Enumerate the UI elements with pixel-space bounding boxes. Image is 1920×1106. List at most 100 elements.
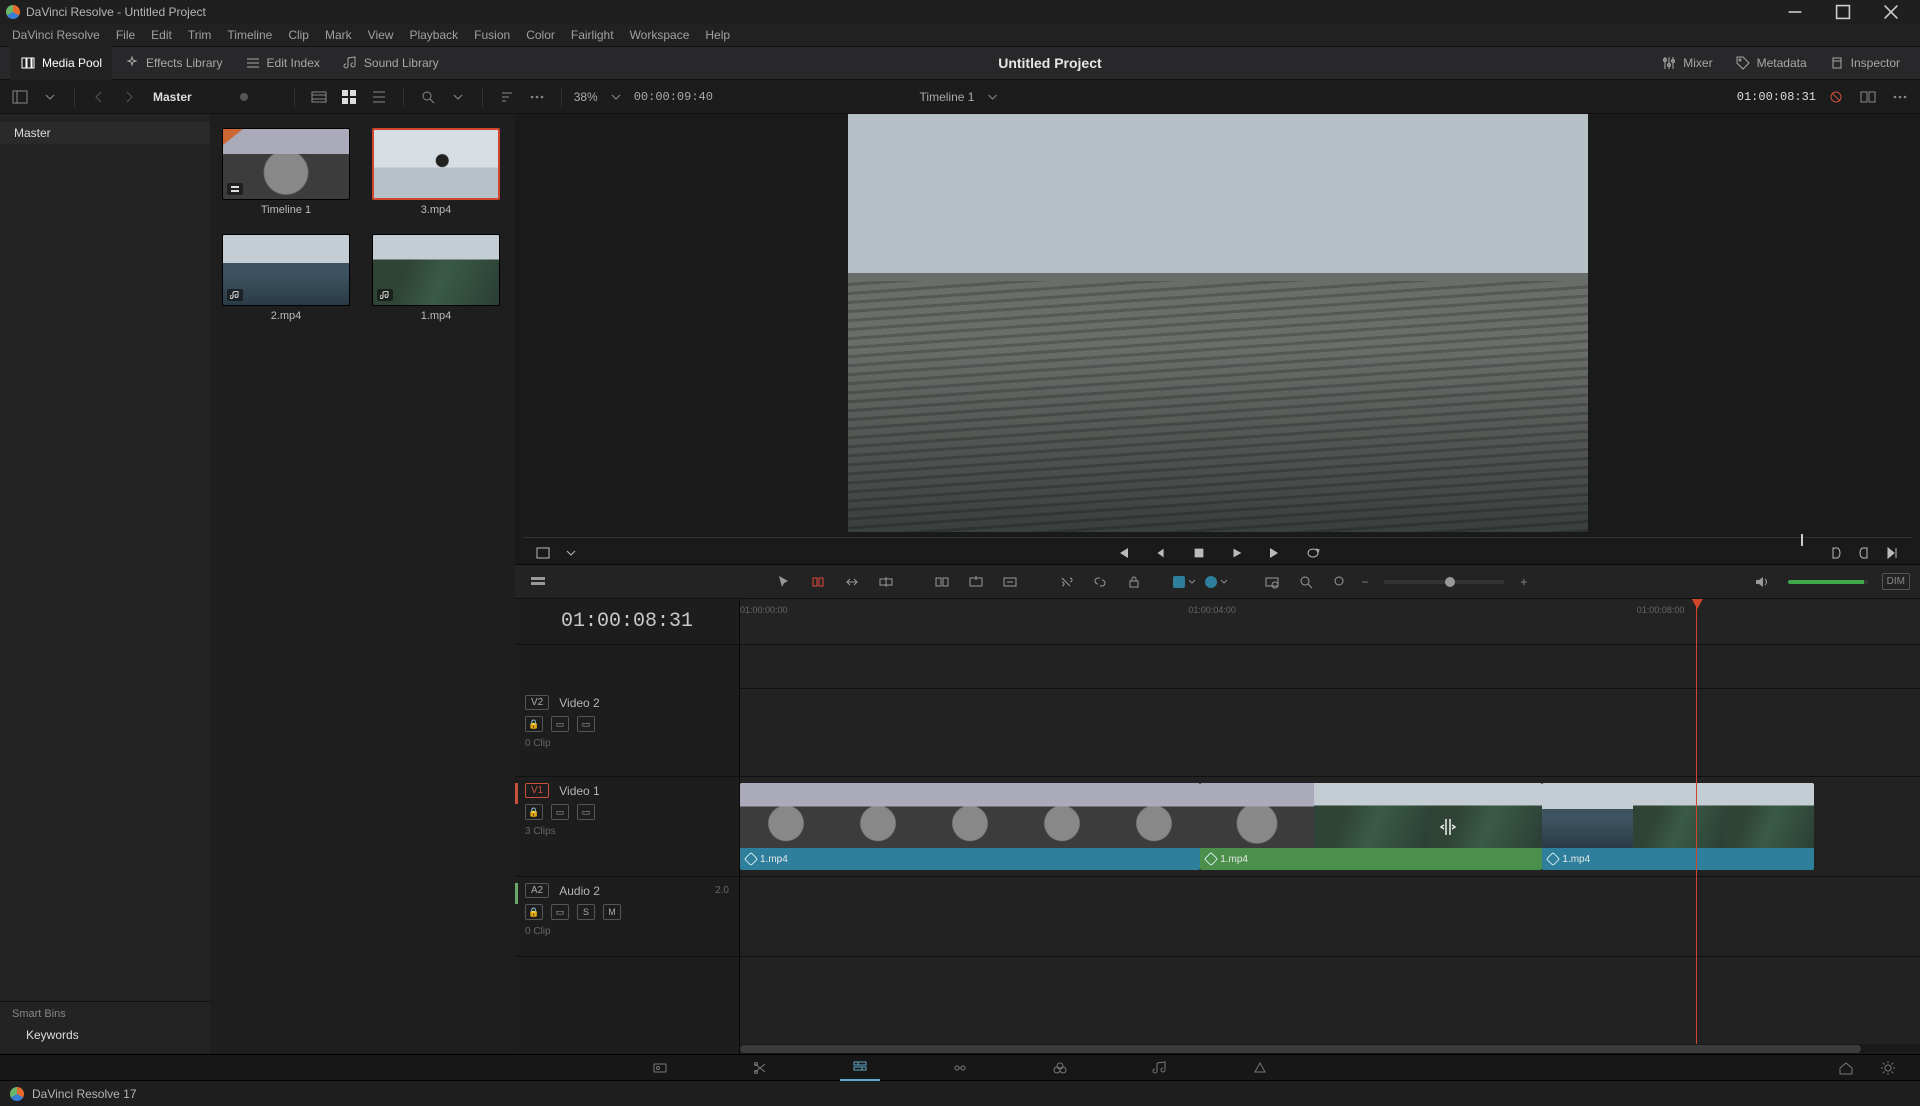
- mute-toggle[interactable]: M: [603, 904, 621, 920]
- sort-button[interactable]: [495, 85, 519, 109]
- settings-button[interactable]: [1868, 1055, 1908, 1081]
- edit-index-toggle[interactable]: Edit Index: [235, 46, 330, 80]
- track-head-a2[interactable]: A2Audio 22.0 🔒 ▭ S M 0 Clip: [515, 877, 739, 957]
- clip-timeline 1[interactable]: Timeline 1: [222, 128, 350, 216]
- menu-edit[interactable]: Edit: [143, 24, 180, 46]
- timeline-clip[interactable]: 1.mp4: [740, 783, 1200, 870]
- view-thumb-button[interactable]: [337, 85, 361, 109]
- lane-v2[interactable]: [740, 689, 1920, 777]
- timeline-tracks[interactable]: 01:00:00:0001:00:04:0001:00:08:00 1.mp41…: [740, 599, 1920, 1054]
- lane-a2[interactable]: [740, 877, 1920, 957]
- timeline-playhead-tc[interactable]: 01:00:08:31: [515, 599, 739, 645]
- mixer-toggle[interactable]: Mixer: [1651, 46, 1722, 80]
- nav-back-button[interactable]: [87, 85, 111, 109]
- page-edit[interactable]: [840, 1055, 880, 1081]
- record-timecode[interactable]: 01:00:08:31: [1737, 90, 1816, 104]
- timeline-clip[interactable]: 1.mp4: [1542, 783, 1813, 870]
- track-chip[interactable]: A2: [525, 883, 549, 898]
- bypass-grades-button[interactable]: [1824, 85, 1848, 109]
- page-fairlight[interactable]: [1140, 1055, 1180, 1081]
- menu-mark[interactable]: Mark: [317, 24, 360, 46]
- dynamic-trim-tool[interactable]: [839, 569, 865, 595]
- menu-workspace[interactable]: Workspace: [622, 24, 698, 46]
- window-close-button[interactable]: [1868, 0, 1914, 24]
- track-enable-toggle[interactable]: ▭: [551, 904, 569, 920]
- lock-toggle[interactable]: [1121, 569, 1147, 595]
- trim-tool[interactable]: [805, 569, 831, 595]
- metadata-toggle[interactable]: Metadata: [1725, 46, 1817, 80]
- effects-library-toggle[interactable]: Effects Library: [114, 46, 232, 80]
- razor-tool[interactable]: [1053, 569, 1079, 595]
- viewer-image[interactable]: [848, 114, 1588, 532]
- menu-trim[interactable]: Trim: [180, 24, 220, 46]
- stop-button[interactable]: [1189, 543, 1209, 563]
- menu-file[interactable]: File: [108, 24, 143, 46]
- timeline-clip[interactable]: 1.mp4: [1200, 783, 1542, 870]
- search-options-icon[interactable]: [446, 85, 470, 109]
- window-maximize-button[interactable]: [1820, 0, 1866, 24]
- zoom-custom-button[interactable]: [1327, 569, 1353, 595]
- page-fusion[interactable]: [940, 1055, 980, 1081]
- insert-clip-button[interactable]: [929, 569, 955, 595]
- blade-tool[interactable]: [873, 569, 899, 595]
- media-pool-toggle[interactable]: Media Pool: [10, 46, 112, 80]
- mark-out-button[interactable]: [1854, 543, 1874, 563]
- inspector-toggle[interactable]: Inspector: [1819, 46, 1910, 80]
- page-deliver[interactable]: [1240, 1055, 1280, 1081]
- menu-help[interactable]: Help: [697, 24, 738, 46]
- step-back-button[interactable]: [1151, 543, 1171, 563]
- page-media[interactable]: [640, 1055, 680, 1081]
- bin-menu-button[interactable]: [525, 85, 549, 109]
- track-enable-toggle[interactable]: ▭: [551, 804, 569, 820]
- home-button[interactable]: [1826, 1055, 1866, 1081]
- lock-icon[interactable]: 🔒: [525, 804, 543, 820]
- track-visible-toggle[interactable]: ▭: [577, 804, 595, 820]
- lane-v1[interactable]: 1.mp41.mp41.mp4: [740, 777, 1920, 877]
- viewer-scrubbar[interactable]: [523, 532, 1912, 542]
- overwrite-clip-button[interactable]: [963, 569, 989, 595]
- link-toggle[interactable]: [1087, 569, 1113, 595]
- timeline-zoom-slider[interactable]: [1384, 580, 1504, 584]
- replace-clip-button[interactable]: [997, 569, 1023, 595]
- mute-button[interactable]: [1748, 569, 1774, 595]
- sound-library-toggle[interactable]: Sound Library: [332, 46, 449, 80]
- menu-playback[interactable]: Playback: [401, 24, 466, 46]
- match-frame-button[interactable]: [533, 543, 553, 563]
- clip-3-mp4[interactable]: 3.mp4: [372, 128, 500, 216]
- smartbin-keywords[interactable]: Keywords: [0, 1024, 210, 1046]
- dim-button[interactable]: DIM: [1882, 573, 1910, 590]
- clip-2-mp4[interactable]: 2.mp4: [222, 234, 350, 322]
- menu-color[interactable]: Color: [518, 24, 563, 46]
- mark-in-button[interactable]: [1826, 543, 1846, 563]
- timeline-name-chevron-icon[interactable]: [984, 89, 1000, 105]
- marker-menu[interactable]: [1205, 576, 1229, 588]
- track-chip[interactable]: V1: [525, 783, 549, 798]
- menu-clip[interactable]: Clip: [280, 24, 317, 46]
- zoom-detail-button[interactable]: [1293, 569, 1319, 595]
- lock-icon[interactable]: 🔒: [525, 716, 543, 732]
- lock-icon[interactable]: 🔒: [525, 904, 543, 920]
- menu-fusion[interactable]: Fusion: [466, 24, 518, 46]
- page-cut[interactable]: [740, 1055, 780, 1081]
- track-head-v1[interactable]: V1Video 1 🔒 ▭ ▭ 3 Clips: [515, 777, 739, 877]
- track-enable-toggle[interactable]: ▭: [551, 716, 569, 732]
- solo-toggle[interactable]: S: [577, 904, 595, 920]
- search-button[interactable]: [416, 85, 440, 109]
- menu-davinci-resolve[interactable]: DaVinci Resolve: [4, 24, 108, 46]
- menu-timeline[interactable]: Timeline: [219, 24, 280, 46]
- viewer-zoom[interactable]: 38%: [574, 90, 598, 104]
- dual-viewer-button[interactable]: [1856, 85, 1880, 109]
- play-button[interactable]: [1227, 543, 1247, 563]
- track-chip[interactable]: V2: [525, 695, 549, 710]
- timeline-hscroll[interactable]: [740, 1044, 1920, 1054]
- view-filmstrip-button[interactable]: [307, 85, 331, 109]
- nav-fwd-button[interactable]: [117, 85, 141, 109]
- clip-1-mp4[interactable]: 1.mp4: [372, 234, 500, 322]
- zoom-options-icon[interactable]: [604, 85, 628, 109]
- loop-button[interactable]: [1303, 543, 1323, 563]
- track-visible-toggle[interactable]: ▭: [577, 716, 595, 732]
- bin-sidebar-toggle[interactable]: [8, 85, 32, 109]
- track-head-v2[interactable]: V2Video 2 🔒 ▭ ▭ 0 Clip: [515, 689, 739, 777]
- flag-menu[interactable]: [1173, 576, 1197, 588]
- window-minimize-button[interactable]: [1772, 0, 1818, 24]
